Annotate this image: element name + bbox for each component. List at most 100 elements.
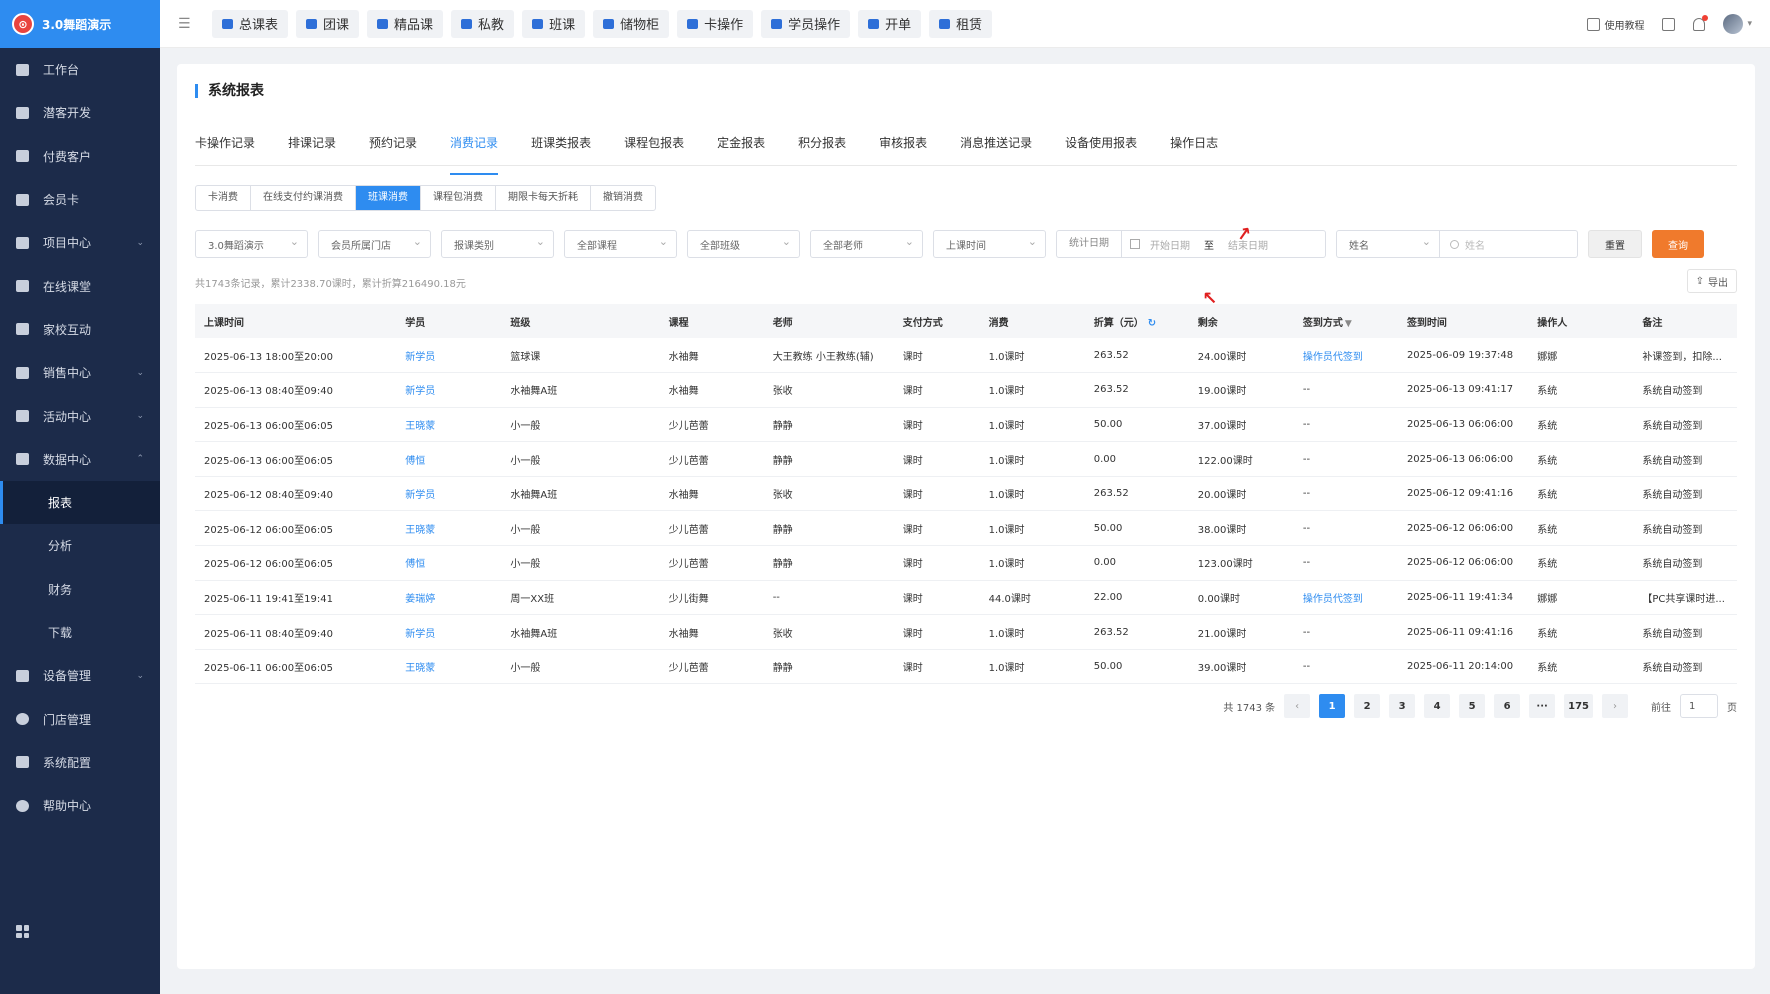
course-select[interactable]: 全部课程 bbox=[564, 230, 677, 258]
quick-link-button[interactable]: 卡操作 bbox=[677, 9, 754, 38]
qrcode-icon[interactable] bbox=[1662, 17, 1676, 31]
checkin-method-link[interactable]: 操作员代签到 bbox=[1303, 352, 1363, 363]
student-link[interactable]: 王晓蒙 bbox=[405, 525, 435, 536]
refresh-icon[interactable]: ↻ bbox=[1148, 318, 1156, 329]
report-tab[interactable]: 排课记录 bbox=[288, 130, 351, 165]
student-link[interactable]: 王晓蒙 bbox=[405, 421, 435, 432]
sidebar-subitem[interactable]: 下载 bbox=[0, 611, 160, 654]
page-number-button[interactable]: 175 bbox=[1564, 694, 1593, 718]
sidebar-subitem[interactable]: 财务 bbox=[0, 568, 160, 611]
apps-grid-icon[interactable] bbox=[16, 925, 29, 938]
page-number-button[interactable]: ··· bbox=[1529, 694, 1556, 718]
sidebar-item[interactable]: 会员卡 bbox=[0, 178, 160, 221]
page-number-button[interactable]: 2 bbox=[1354, 694, 1381, 718]
page-number-button[interactable]: 6 bbox=[1494, 694, 1521, 718]
sidebar-item[interactable]: 帮助中心 bbox=[0, 784, 160, 827]
quick-link-button[interactable]: 班课 bbox=[522, 9, 586, 38]
store-select[interactable]: 3.0舞蹈演示 bbox=[195, 230, 308, 258]
consumption-subtab[interactable]: 期限卡每天折耗 bbox=[496, 186, 591, 210]
report-tab[interactable]: 设备使用报表 bbox=[1065, 130, 1152, 165]
quick-link-button[interactable]: 总课表 bbox=[212, 9, 289, 38]
report-tab[interactable]: 消费记录 bbox=[450, 130, 513, 175]
consumption-subtab[interactable]: 班课消费 bbox=[356, 186, 421, 210]
date-range-picker[interactable]: 统计日期 开始日期 至 结束日期 bbox=[1056, 230, 1326, 258]
reset-button[interactable]: 重置 bbox=[1588, 230, 1642, 258]
report-tab[interactable]: 定金报表 bbox=[717, 130, 780, 165]
sidebar-item[interactable]: 活动中心 ⌄ bbox=[0, 394, 160, 437]
student-link[interactable]: 傅恒 bbox=[405, 559, 425, 570]
consumption-subtab[interactable]: 撤销消费 bbox=[591, 186, 655, 210]
student-link[interactable]: 新学员 bbox=[405, 490, 435, 501]
filter-icon[interactable]: ▼ bbox=[1345, 319, 1352, 329]
column-header: 支付方式 bbox=[893, 304, 980, 338]
quick-link-button[interactable]: 开单 bbox=[858, 9, 922, 38]
report-tab[interactable]: 积分报表 bbox=[798, 130, 861, 165]
page-number-button[interactable]: 3 bbox=[1389, 694, 1416, 718]
sidebar-item[interactable]: 设备管理 ⌄ bbox=[0, 654, 160, 697]
student-link[interactable]: 新学员 bbox=[405, 629, 435, 640]
chevron-down-icon: ▾ bbox=[1747, 19, 1752, 29]
student-link[interactable]: 傅恒 bbox=[405, 456, 425, 467]
app-logo[interactable]: ⊙ 3.0舞蹈演示 bbox=[0, 0, 160, 48]
cell-text: 课时 bbox=[902, 628, 923, 640]
search-field-select[interactable]: 姓名 bbox=[1336, 230, 1440, 258]
sidebar-item[interactable]: 系统配置 bbox=[0, 741, 160, 784]
page-number-button[interactable]: 5 bbox=[1459, 694, 1486, 718]
prev-page-button[interactable]: ‹ bbox=[1284, 694, 1311, 718]
next-page-button[interactable]: › bbox=[1602, 694, 1628, 718]
export-button[interactable]: ⇪ 导出 bbox=[1686, 269, 1737, 293]
sidebar-item[interactable]: 在线课堂 bbox=[0, 264, 160, 307]
report-tab[interactable]: 操作日志 bbox=[1170, 130, 1233, 165]
sidebar-item[interactable]: 门店管理 bbox=[0, 697, 160, 740]
page-number-button[interactable]: 4 bbox=[1424, 694, 1451, 718]
query-button[interactable]: 查询 bbox=[1652, 230, 1704, 258]
table-cell: 系统 bbox=[1528, 510, 1634, 547]
menu-collapse-icon[interactable]: ☰ bbox=[178, 16, 192, 32]
cell-text: -- bbox=[1302, 418, 1311, 430]
sidebar-item[interactable]: 工作台 bbox=[0, 48, 160, 91]
student-link[interactable]: 新学员 bbox=[405, 386, 435, 397]
quick-link-button[interactable]: 精品课 bbox=[367, 9, 444, 38]
sidebar-item[interactable]: 潜客开发 bbox=[0, 91, 160, 134]
report-tab[interactable]: 课程包报表 bbox=[624, 130, 699, 165]
quick-link-button[interactable]: 团课 bbox=[296, 9, 360, 38]
checkin-method-link[interactable]: 操作员代签到 bbox=[1303, 594, 1363, 605]
sidebar-item[interactable]: 数据中心 ⌃ bbox=[0, 438, 160, 481]
student-link[interactable]: 新学员 bbox=[405, 352, 435, 363]
start-date-input[interactable]: 开始日期 bbox=[1150, 237, 1190, 252]
consumption-subtab[interactable]: 课程包消费 bbox=[421, 186, 496, 210]
tutorial-link[interactable]: 使用教程 bbox=[1587, 17, 1644, 32]
student-link[interactable]: 王晓蒙 bbox=[405, 663, 435, 674]
notification-bell-icon[interactable] bbox=[1693, 14, 1709, 31]
report-tab[interactable]: 班课类报表 bbox=[531, 130, 606, 165]
quick-link-label: 精品课 bbox=[394, 18, 434, 33]
page-number-button[interactable]: 1 bbox=[1319, 694, 1346, 718]
member-store-select[interactable]: 会员所属门店 bbox=[318, 230, 431, 258]
search-input[interactable]: 姓名 bbox=[1440, 230, 1578, 258]
quick-link-button[interactable]: 储物柜 bbox=[593, 9, 670, 38]
report-tab[interactable]: 审核报表 bbox=[879, 130, 942, 165]
sidebar-item[interactable]: 家校互动 bbox=[0, 308, 160, 351]
report-tab[interactable]: 预约记录 bbox=[369, 130, 432, 165]
student-link[interactable]: 姜瑞婷 bbox=[405, 594, 435, 605]
quick-link-button[interactable]: 租赁 bbox=[929, 9, 993, 38]
goto-page-input[interactable]: 1 bbox=[1680, 694, 1718, 718]
report-type-select[interactable]: 报课类别 bbox=[441, 230, 554, 258]
quick-link-button[interactable]: 私教 bbox=[451, 9, 515, 38]
sidebar-item[interactable]: 付费客户 bbox=[0, 135, 160, 178]
sidebar-subitem[interactable]: 分析 bbox=[0, 524, 160, 567]
quick-link-button[interactable]: 学员操作 bbox=[761, 9, 851, 38]
teacher-select[interactable]: 全部老师 bbox=[810, 230, 923, 258]
time-type-select[interactable]: 上课时间 bbox=[933, 230, 1046, 258]
sidebar-item[interactable]: 销售中心 ⌄ bbox=[0, 351, 160, 394]
report-tab[interactable]: 消息推送记录 bbox=[960, 130, 1047, 165]
quick-link-icon bbox=[461, 18, 473, 29]
class-select[interactable]: 全部班级 bbox=[687, 230, 800, 258]
report-tab[interactable]: 卡操作记录 bbox=[195, 130, 270, 165]
sidebar-item[interactable]: 项目中心 ⌄ bbox=[0, 221, 160, 264]
consumption-subtab[interactable]: 在线支付约课消费 bbox=[251, 186, 356, 210]
cell-text: 水袖舞 bbox=[668, 490, 699, 502]
consumption-subtab[interactable]: 卡消费 bbox=[196, 186, 251, 210]
user-menu[interactable]: ▾ bbox=[1723, 14, 1752, 34]
sidebar-subitem[interactable]: 报表 bbox=[0, 480, 160, 525]
